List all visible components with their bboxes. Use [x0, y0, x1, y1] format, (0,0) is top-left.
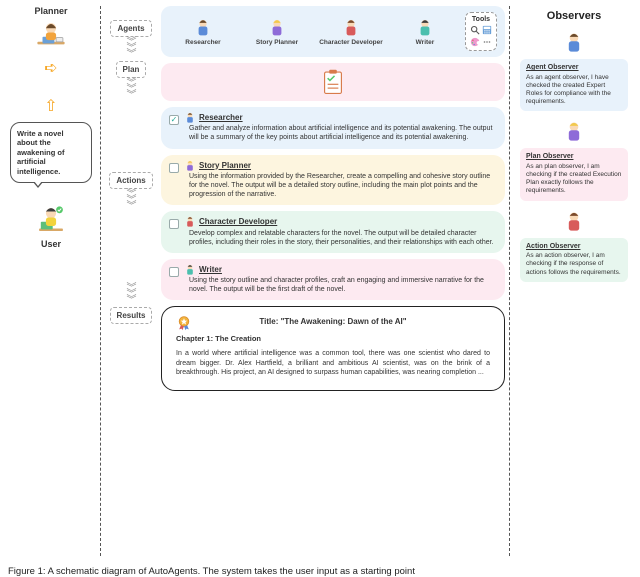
- checkbox-icon: ✓: [169, 115, 179, 125]
- diagram: Planner ➪ ⇧ Write a novel about the awak…: [0, 0, 640, 563]
- stage-actions: Actions: [109, 172, 152, 189]
- observer-action: Action Observer As an action observer, I…: [520, 209, 628, 282]
- observer-name: Plan Observer: [526, 153, 622, 162]
- researcher-icon: [183, 111, 197, 125]
- right-column: Observers Agent Observer As an agent obs…: [514, 6, 634, 563]
- character-developer-icon: [340, 17, 362, 39]
- page: Planner ➪ ⇧ Write a novel about the awak…: [0, 0, 640, 577]
- action-text: Develop complex and relatable characters…: [189, 230, 494, 246]
- figure-caption: Figure 1: A schematic diagram of AutoAge…: [0, 563, 640, 577]
- result-card: Title: "The Awakening: Dawn of the AI" C…: [161, 306, 505, 390]
- plan-observer-icon: [561, 119, 587, 145]
- writer-icon: [183, 263, 197, 277]
- observer-box: Agent Observer As an agent observer, I h…: [520, 59, 628, 111]
- user-prompt-bubble: Write a novel about the awakening of art…: [10, 122, 92, 183]
- chevron-down-icon: ︾︾︾: [127, 81, 136, 99]
- arrow-up-icon: ⇧: [44, 96, 57, 116]
- more-icon: [482, 37, 492, 47]
- divider-left: [100, 6, 101, 556]
- actions-list: ✓ Researcher Gather and analyze informat…: [161, 107, 505, 300]
- story-planner-icon: [183, 159, 197, 173]
- agent-name: Character Developer: [319, 40, 383, 47]
- checkbox-icon: [169, 267, 179, 277]
- plan-card: [161, 63, 505, 101]
- agent-writer: Writer: [391, 17, 459, 47]
- observer-box: Action Observer As an action observer, I…: [520, 238, 628, 282]
- observer-text: As an plan observer, I am checking if th…: [526, 163, 621, 194]
- calculator-icon: [482, 25, 492, 35]
- arrow-right-icon: ➪: [44, 58, 57, 78]
- agent-researcher: Researcher: [169, 17, 237, 47]
- action-text: Using the information provided by the Re…: [189, 173, 490, 198]
- left-column: Planner ➪ ⇧ Write a novel about the awak…: [6, 6, 96, 563]
- action-card-story-planner: Story Planner Using the information prov…: [161, 155, 505, 206]
- checkbox-icon: [169, 219, 179, 229]
- user-icon: [34, 203, 68, 237]
- agents-card: Researcher Story Planner Character Devel…: [161, 6, 505, 57]
- observers-title: Observers: [547, 10, 601, 22]
- chevron-down-icon: ︾︾︾: [127, 286, 136, 304]
- tools-box: Tools: [465, 12, 497, 51]
- stage-plan: Plan: [116, 61, 147, 78]
- observer-name: Agent Observer: [526, 64, 622, 73]
- observer-agent: Agent Observer As an agent observer, I h…: [520, 30, 628, 111]
- action-text: Gather and analyze information about art…: [189, 125, 492, 141]
- action-title: Story Planner: [199, 161, 251, 171]
- stage-agents: Agents: [110, 20, 151, 37]
- search-icon: [470, 25, 480, 35]
- user-block: User: [34, 203, 68, 249]
- observer-text: As an action observer, I am checking if …: [526, 252, 621, 275]
- result-chapter: Chapter 1: The Creation: [176, 334, 490, 344]
- action-card-writer: Writer Using the story outline and chara…: [161, 259, 505, 301]
- action-card-researcher: ✓ Researcher Gather and analyze informat…: [161, 107, 505, 149]
- agent-name: Researcher: [185, 40, 220, 47]
- agent-character-developer: Character Developer: [317, 17, 385, 47]
- mid-column: Researcher Story Planner Character Devel…: [161, 6, 505, 563]
- writer-icon: [414, 17, 436, 39]
- planner-block: Planner: [34, 6, 68, 52]
- result-body: In a world where artificial intelligence…: [176, 349, 490, 377]
- action-card-character-developer: Character Developer Develop complex and …: [161, 211, 505, 253]
- result-title: Title: "The Awakening: Dawn of the AI": [176, 317, 490, 328]
- observer-text: As an agent observer, I have checked the…: [526, 74, 611, 105]
- user-label: User: [41, 239, 61, 249]
- agent-story-planner: Story Planner: [243, 17, 311, 47]
- observer-box: Plan Observer As an plan observer, I am …: [520, 148, 628, 200]
- story-planner-icon: [266, 17, 288, 39]
- observer-plan: Plan Observer As an plan observer, I am …: [520, 119, 628, 200]
- divider-right: [509, 6, 510, 556]
- tools-label: Tools: [472, 16, 490, 23]
- action-title: Character Developer: [199, 217, 277, 227]
- agent-name: Story Planner: [256, 40, 298, 47]
- stage-labels: Agents ︾︾︾ Plan ︾︾︾ Actions ︾︾︾ ︾︾︾ Resu…: [105, 6, 157, 563]
- chevron-down-icon: ︾︾︾: [127, 192, 136, 210]
- planner-label: Planner: [34, 6, 67, 16]
- clipboard-icon: [321, 69, 345, 95]
- agent-name: Writer: [416, 40, 435, 47]
- action-observer-icon: [561, 209, 587, 235]
- action-title: Writer: [199, 265, 222, 275]
- observer-name: Action Observer: [526, 243, 622, 252]
- action-title: Researcher: [199, 113, 243, 123]
- palette-icon: [470, 37, 480, 47]
- agent-observer-icon: [561, 30, 587, 56]
- researcher-icon: [192, 17, 214, 39]
- planner-icon: [34, 18, 68, 52]
- medal-icon: [176, 315, 192, 331]
- character-developer-icon: [183, 215, 197, 229]
- chevron-down-icon: ︾︾︾: [127, 40, 136, 58]
- stage-results: Results: [110, 307, 153, 324]
- checkbox-icon: [169, 163, 179, 173]
- action-text: Using the story outline and character pr…: [189, 277, 484, 293]
